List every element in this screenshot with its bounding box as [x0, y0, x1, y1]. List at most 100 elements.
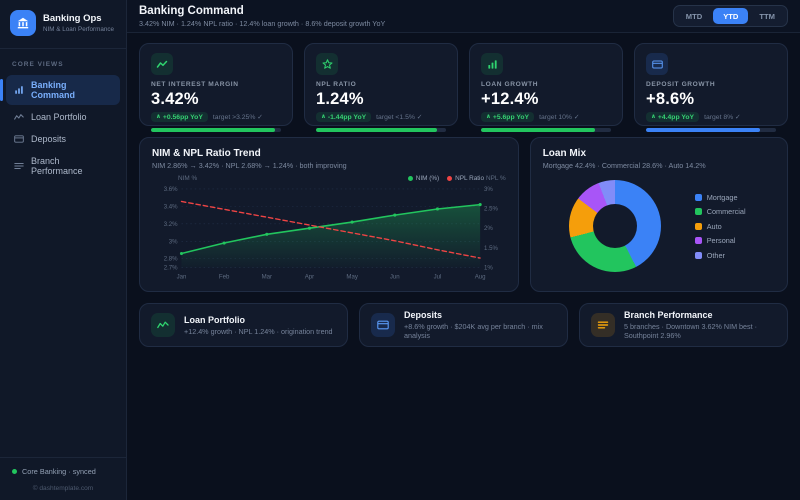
svg-text:Jul: Jul	[434, 273, 442, 280]
page-title: Banking Command	[139, 4, 244, 17]
kpi-target: target 10% ✓	[539, 114, 580, 121]
svg-text:3.2%: 3.2%	[164, 221, 178, 228]
svg-text:3.6%: 3.6%	[164, 186, 178, 193]
legend-swatch-icon	[694, 251, 702, 259]
legend-item-auto: Auto	[694, 222, 746, 231]
trend-icon	[151, 53, 173, 75]
kpi-card-net-interest-margin: NET INTEREST MARGIN 3.42% ∧ +0.56pp YoY t…	[139, 43, 293, 132]
sidebar-item-deposits[interactable]: Deposits	[6, 129, 120, 149]
loan-mix-panel: Loan Mix Mortgage 42.4% · Commercial 28.…	[529, 137, 788, 292]
sync-status: Core Banking · synced	[22, 467, 96, 476]
svg-text:2%: 2%	[484, 225, 493, 232]
top-bar: Banking Command 3.42% NIM · 1.24% NPL ra…	[127, 0, 800, 33]
panel-subtitle: NIM 2.86% → 3.42% · NPL 2.68% → 1.24% · …	[152, 161, 347, 170]
right-axis-label: NPL %	[486, 175, 506, 182]
progress-fill	[646, 128, 761, 132]
sidebar-item-label: Deposits	[31, 134, 67, 144]
svg-text:Mar: Mar	[262, 273, 272, 280]
shortcut-title: Deposits	[404, 310, 443, 320]
card-icon	[646, 53, 668, 75]
time-range-switcher: MTD YTD TTM	[672, 5, 788, 27]
status-dot-icon	[12, 469, 17, 474]
progress-fill	[151, 128, 275, 132]
sidebar-item-branch-performance[interactable]: Branch Performance	[6, 151, 120, 181]
shortcut-row: Loan Portfolio +12.4% growth · NPL 1.24%…	[139, 303, 788, 347]
range-mtd-button[interactable]: MTD	[676, 8, 712, 24]
legend-item-npl: NPL Ratio	[447, 175, 484, 182]
card-icon	[371, 313, 395, 337]
svg-text:May: May	[346, 273, 358, 280]
legend-swatch-icon	[694, 208, 702, 215]
kpi-value: +12.4%	[481, 90, 539, 108]
delta-badge: ∧ -1.44pp YoY	[316, 112, 372, 122]
trend-up-icon: ∧	[321, 114, 326, 120]
trend-up-icon: ∧	[651, 114, 656, 120]
trend-chart-svg: 3.6% 3.4% 3.2% 3% 2.8%2.7% 3% 2.5% 2% 1.5% 1% Jan F…	[164, 186, 499, 280]
kpi-label: DEPOSIT GROWTH	[646, 81, 716, 88]
sidebar-item-loan-portfolio[interactable]: Loan Portfolio	[6, 107, 120, 127]
shortcut-loan-portfolio[interactable]: Loan Portfolio +12.4% growth · NPL 1.24%…	[139, 303, 348, 347]
bar-chart-icon	[481, 53, 503, 75]
shortcut-title: Loan Portfolio	[184, 314, 245, 325]
nim-npl-trend-panel: NIM & NPL Ratio Trend NIM 2.86% → 3.42% …	[139, 137, 519, 292]
svg-text:2.5%: 2.5%	[484, 206, 498, 213]
shortcut-subtitle: 5 branches · Downtown 3.62% NIM best · S…	[624, 322, 758, 340]
panel-title: NIM & NPL Ratio Trend	[152, 148, 261, 159]
left-axis-label: NIM %	[178, 175, 198, 182]
trend-up-icon: ∧	[156, 114, 161, 120]
shortcut-subtitle: +8.6% growth · $204K avg per branch · mi…	[404, 322, 543, 340]
bar-chart-icon	[14, 85, 24, 95]
legend-item-other: Other	[694, 251, 746, 260]
kpi-value: 1.24%	[316, 90, 364, 108]
svg-text:Jan: Jan	[177, 273, 187, 280]
main-area: Banking Command 3.42% NIM · 1.24% NPL ra…	[127, 0, 800, 500]
list-icon	[591, 313, 615, 337]
kpi-target: target >3.25% ✓	[212, 114, 263, 121]
page-subtitle: 3.42% NIM · 1.24% NPL ratio · 12.4% loan…	[139, 18, 386, 28]
svg-text:2.8%: 2.8%	[164, 256, 178, 263]
panel-title: Loan Mix	[542, 148, 587, 159]
kpi-value: 3.42%	[151, 90, 199, 108]
progress-track	[646, 128, 776, 132]
legend-dot-icon	[407, 176, 413, 181]
copyright: © dashtemplate.com	[32, 485, 94, 492]
kpi-label: LOAN GROWTH	[481, 81, 539, 88]
delta-badge: ∧ +4.4pp YoY	[646, 112, 700, 122]
shortcut-deposits[interactable]: Deposits +8.6% growth · $204K avg per br…	[359, 303, 568, 347]
pulse-icon	[151, 313, 175, 337]
legend-swatch-icon	[694, 237, 702, 244]
sidebar-footer: Core Banking · synced © dashtemplate.com	[0, 457, 126, 500]
shortcut-branch-performance[interactable]: Branch Performance 5 branches · Downtown…	[579, 303, 788, 347]
list-icon	[14, 161, 24, 171]
legend-item-personal: Personal	[694, 236, 746, 245]
svg-text:3.4%: 3.4%	[164, 203, 178, 210]
progress-fill	[316, 128, 437, 132]
kpi-target: target 8% ✓	[704, 114, 741, 121]
range-ttm-button[interactable]: TTM	[749, 8, 785, 24]
svg-text:Feb: Feb	[219, 273, 230, 280]
progress-fill	[481, 128, 596, 132]
sidebar-item-label: Banking Command	[31, 80, 76, 100]
svg-text:Apr: Apr	[305, 273, 314, 280]
legend-item-commercial: Commercial	[694, 207, 746, 216]
kpi-target: target <1.5% ✓	[376, 114, 423, 121]
range-ytd-button[interactable]: YTD	[713, 8, 749, 24]
kpi-value: +8.6%	[646, 90, 695, 108]
bank-logo-icon	[10, 10, 36, 36]
brand-title: Banking Ops	[43, 13, 102, 24]
kpi-card-deposit-growth: DEPOSIT GROWTH +8.6% ∧ +4.4pp YoY target …	[634, 43, 788, 132]
sidebar: Banking Ops NIM & Loan Performance CORE …	[0, 0, 127, 500]
legend-item-mortgage: Mortgage	[694, 193, 746, 202]
brand-subtitle: NIM & Loan Performance	[43, 26, 115, 33]
shortcut-title: Branch Performance	[624, 310, 713, 320]
trend-up-icon: ∧	[486, 114, 491, 120]
sidebar-section-label: CORE VIEWS	[12, 61, 64, 68]
chart-legend: NIM (%) NPL Ratio	[407, 175, 484, 182]
sidebar-item-label: Branch Performance	[31, 156, 83, 176]
panel-subtitle: Mortgage 42.4% · Commercial 28.6% · Auto…	[542, 161, 706, 170]
delta-badge: ∧ +5.6pp YoY	[481, 112, 535, 122]
kpi-card-loan-growth: LOAN GROWTH +12.4% ∧ +5.6pp YoY target 10…	[469, 43, 623, 132]
progress-track	[481, 128, 611, 132]
svg-text:3%: 3%	[484, 186, 493, 193]
sidebar-item-banking-command[interactable]: Banking Command	[0, 75, 120, 105]
